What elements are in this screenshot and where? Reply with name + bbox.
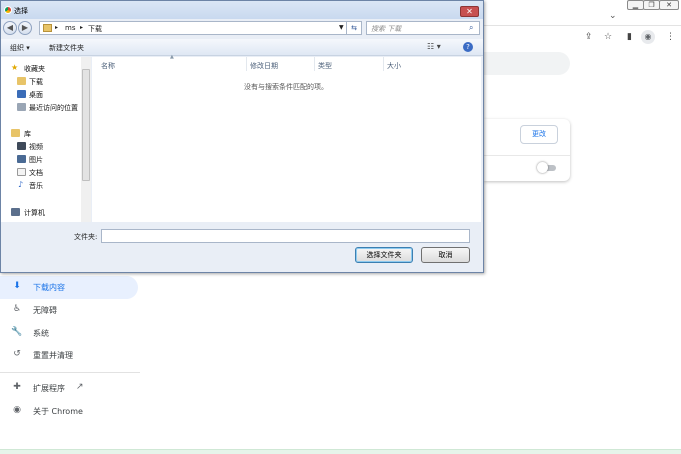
help-icon[interactable]: ?: [463, 42, 473, 52]
breadcrumb-item[interactable]: ms: [65, 24, 75, 32]
toggle-knob[interactable]: [537, 162, 548, 173]
window-maximize-button[interactable]: ❐: [643, 0, 660, 10]
search-icon[interactable]: ⌕: [469, 23, 473, 33]
change-location-button[interactable]: 更改: [520, 125, 558, 144]
folder-field-label: 文件夹:: [74, 233, 98, 241]
sidebar-item-accessibility[interactable]: ♿ 无障碍: [0, 303, 140, 319]
breadcrumb-separator-icon: ▸: [80, 24, 84, 31]
extension-icon: ✚: [13, 382, 21, 392]
side-panel-icon[interactable]: ▮: [627, 32, 632, 42]
bookmark-star-icon[interactable]: ☆: [604, 32, 612, 42]
address-dropdown-icon[interactable]: ▼: [339, 24, 344, 31]
dialog-search-input[interactable]: 搜索 下载 ⌕: [366, 21, 480, 35]
select-folder-button[interactable]: 选择文件夹: [355, 247, 413, 263]
wrench-icon: 🔧: [11, 327, 23, 337]
nav-item-downloads[interactable]: 下载: [29, 77, 43, 87]
sidebar-item-downloads[interactable]: ⬇ 下载内容: [0, 280, 140, 296]
sidebar-item-system[interactable]: 🔧 系统: [0, 326, 140, 342]
dialog-title: 选择: [14, 7, 28, 15]
documents-icon: [17, 168, 26, 176]
sidebar-item-label: 关于 Chrome: [33, 407, 83, 416]
column-separator[interactable]: [246, 57, 247, 71]
sidebar-item-reset[interactable]: ↺ 重置并清理: [0, 348, 140, 364]
organize-menu[interactable]: 组织 ▾: [10, 43, 30, 53]
nav-item-video[interactable]: 视频: [29, 142, 43, 152]
empty-results-message: 没有与搜索条件匹配的项。: [244, 83, 328, 91]
music-icon: ♪: [18, 180, 24, 189]
reset-icon: ↺: [13, 349, 21, 359]
sidebar-item-extensions[interactable]: ✚ 扩展程序 ↗: [0, 381, 140, 397]
window-minimize-button[interactable]: ▁: [627, 0, 644, 10]
sidebar-item-label: 下载内容: [33, 283, 65, 292]
settings-search-box[interactable]: [484, 52, 570, 75]
column-header-type[interactable]: 类型: [318, 61, 332, 71]
dialog-titlebar[interactable]: 选择 ✕: [1, 1, 483, 19]
share-icon[interactable]: ⇪: [585, 32, 593, 42]
card-divider: [484, 155, 570, 156]
sidebar-item-about-chrome[interactable]: ◉ 关于 Chrome: [0, 404, 140, 420]
star-icon: ★: [11, 63, 19, 72]
nav-item-desktop[interactable]: 桌面: [29, 90, 43, 100]
nav-favorites[interactable]: 收藏夹: [24, 64, 45, 74]
back-arrow-icon[interactable]: ◀: [3, 21, 17, 35]
nav-scrollbar-thumb[interactable]: [82, 69, 90, 181]
folder-name-input[interactable]: [101, 229, 470, 243]
refresh-icon[interactable]: ⇆: [346, 21, 362, 35]
column-separator[interactable]: [314, 57, 315, 71]
profile-avatar-icon[interactable]: ◉: [641, 30, 655, 44]
column-header-size[interactable]: 大小: [387, 61, 401, 71]
sort-arrow-icon: ▲: [170, 54, 174, 60]
new-folder-button[interactable]: 新建文件夹: [49, 43, 84, 53]
nav-item-recent[interactable]: 最近访问的位置: [29, 103, 78, 113]
chrome-menu-icon[interactable]: ⋮: [666, 32, 675, 42]
chrome-logo-icon: [4, 6, 12, 14]
select-folder-dialog: 选择 ✕ ◀ ▶ ▸ ms ▸ 下载 ▼ ⇆ 搜索 下载 ⌕ 组织 ▾ 新建文件…: [0, 0, 484, 273]
address-bar[interactable]: ▸ ms ▸ 下载 ▼: [39, 21, 348, 35]
sidebar-item-label: 系统: [33, 329, 49, 338]
dialog-toolbar: 组织 ▾ 新建文件夹 ☷ ▾ ?: [1, 39, 483, 56]
nav-item-music[interactable]: 音乐: [29, 181, 43, 191]
view-options-icon[interactable]: ☷ ▾: [427, 42, 441, 51]
search-placeholder: 搜索 下载: [371, 25, 402, 33]
recent-places-icon: [17, 103, 26, 111]
folder-icon: [43, 24, 52, 32]
sidebar-item-label: 重置并清理: [33, 351, 73, 360]
breadcrumb-separator-icon: ▸: [55, 24, 59, 31]
forward-arrow-icon[interactable]: ▶: [18, 21, 32, 35]
external-link-icon: ↗: [76, 382, 84, 392]
column-separator[interactable]: [383, 57, 384, 71]
nav-item-documents[interactable]: 文档: [29, 168, 43, 178]
tab-search-chevron-icon[interactable]: ⌄: [609, 11, 617, 21]
downloads-folder-icon: [17, 77, 26, 85]
bottom-status-strip: [0, 449, 681, 454]
nav-libraries[interactable]: 库: [24, 129, 31, 139]
cancel-button[interactable]: 取消: [421, 247, 470, 263]
window-close-button[interactable]: ✕: [659, 0, 679, 10]
library-icon: [11, 129, 20, 137]
nav-computer[interactable]: 计算机: [24, 208, 45, 218]
accessibility-icon: ♿: [12, 304, 22, 314]
sidebar-item-label: 无障碍: [33, 306, 57, 315]
column-header-modified[interactable]: 修改日期: [250, 61, 278, 71]
sidebar-item-label: 扩展程序: [33, 384, 65, 393]
breadcrumb-item[interactable]: 下载: [88, 24, 102, 34]
pictures-icon: [17, 155, 26, 163]
nav-item-pictures[interactable]: 图片: [29, 155, 43, 165]
computer-icon: [11, 208, 20, 216]
navigation-pane: ★ 收藏夹 下载 桌面 最近访问的位置 库 视频 图片 文档 ♪ 音乐 计算机: [1, 57, 91, 222]
chrome-icon: ◉: [13, 405, 21, 415]
column-header-name[interactable]: 名称: [101, 61, 115, 71]
sidebar-divider: [0, 372, 140, 373]
dialog-close-button[interactable]: ✕: [460, 6, 479, 17]
video-icon: [17, 142, 26, 150]
download-icon: ⬇: [13, 281, 21, 291]
desktop-icon: [17, 90, 26, 98]
